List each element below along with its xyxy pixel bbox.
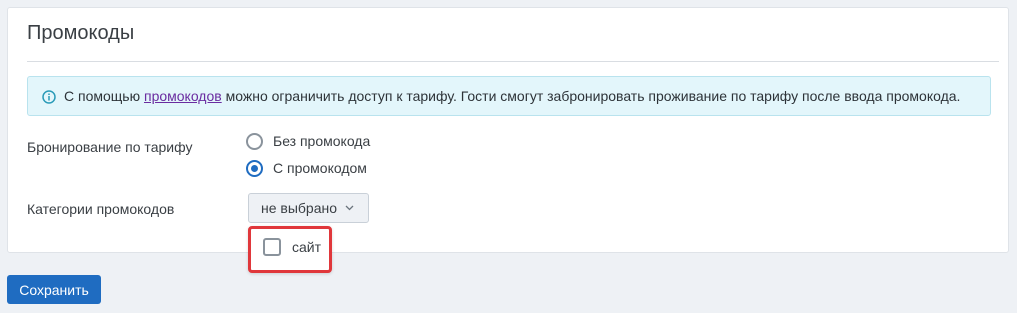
radio-label: Без промокода: [273, 133, 371, 149]
chevron-down-icon: [345, 205, 354, 211]
checkbox[interactable]: [263, 238, 281, 256]
booking-label: Бронирование по тарифу: [27, 139, 193, 155]
radio-label: С промокодом: [273, 160, 367, 176]
panel-title: Промокоды: [27, 22, 135, 44]
menu-item-site[interactable]: сайт: [263, 238, 321, 256]
promo-codes-link[interactable]: промокодов: [144, 88, 222, 104]
info-alert: С помощью промокодов можно ограничить до…: [27, 76, 991, 116]
info-text-before: С помощью: [64, 88, 144, 104]
info-text: С помощью промокодов можно ограничить до…: [64, 88, 960, 104]
info-icon: [42, 90, 56, 104]
dropdown-value: не выбрано: [261, 200, 338, 216]
promo-categories-menu: сайт: [248, 226, 332, 273]
promo-categories-label: Категории промокодов: [27, 201, 175, 217]
info-text-after: можно ограничить доступ к тарифу. Гости …: [221, 88, 961, 104]
radio-without-promo[interactable]: Без промокода: [246, 130, 370, 152]
radio-button-selected[interactable]: [246, 159, 263, 177]
promo-codes-panel: Промокоды С помощью промокодов можно огр…: [7, 7, 1009, 253]
radio-button[interactable]: [246, 132, 263, 150]
promo-categories-dropdown[interactable]: не выбрано: [248, 193, 369, 223]
divider: [27, 61, 999, 62]
checkbox-label: сайт: [292, 239, 322, 255]
save-button[interactable]: Сохранить: [7, 275, 101, 304]
radio-with-promo[interactable]: С промокодом: [246, 157, 367, 179]
